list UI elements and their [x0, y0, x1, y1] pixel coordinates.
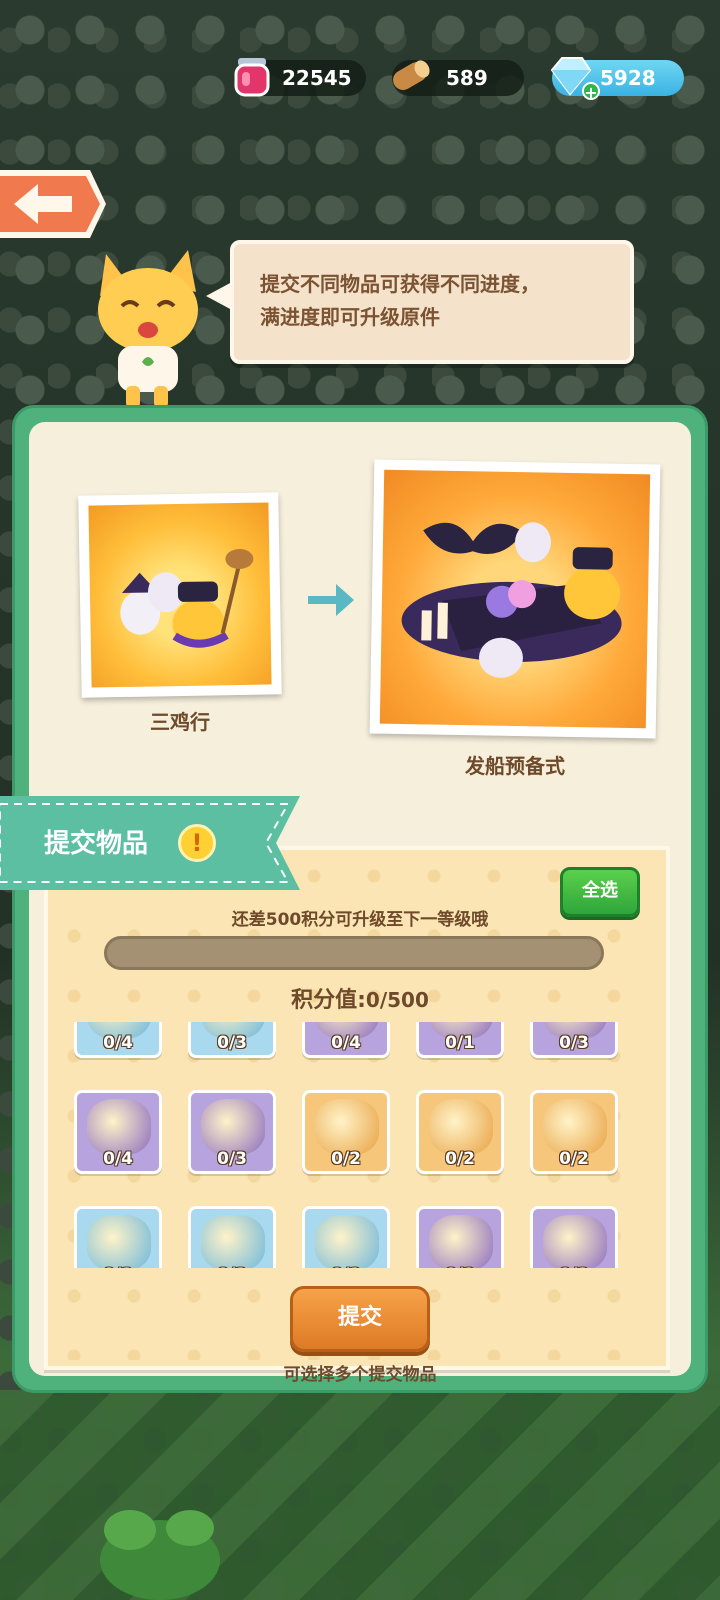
item-count: 0/3: [559, 1033, 589, 1053]
npc-message-line1: 提交不同物品可获得不同进度，: [260, 272, 540, 296]
item-slot[interactable]: 0/4: [302, 1022, 390, 1058]
score-label: 积分值:: [291, 988, 366, 1013]
item-count: 0/4: [331, 1033, 361, 1053]
garden-decoration-icon: [100, 1510, 220, 1600]
item-count: 0/4: [103, 1033, 133, 1053]
item-slot[interactable]: 0/2: [302, 1206, 390, 1268]
pineapple-bun-sandwich-icon: [201, 1099, 265, 1155]
jam-counter: 22545: [234, 58, 366, 97]
baguette-basket-icon: [429, 1099, 493, 1155]
item-slot[interactable]: 0/3: [188, 1090, 276, 1174]
item-count: 0/1: [445, 1033, 475, 1053]
item-slot[interactable]: 0/2: [530, 1090, 618, 1174]
item-count: 0/2: [559, 1149, 589, 1169]
candy-ghost-icon: [87, 1215, 151, 1268]
score-progress-bar: [104, 936, 604, 970]
upgrade-arrow-icon: [308, 584, 354, 616]
witch-hat-icon: [315, 1215, 379, 1268]
next-level-photo: [369, 459, 661, 739]
item-count: 0/4: [103, 1149, 133, 1169]
points-needed-hint: 还差500积分可升级至下一等级哦: [231, 910, 489, 930]
submit-section-title: 提交物品: [44, 829, 149, 859]
item-slot[interactable]: 0/2: [74, 1206, 162, 1268]
item-count: 0/2: [77, 1265, 159, 1268]
item-count: 0/2: [445, 1149, 475, 1169]
info-alert-icon[interactable]: !: [178, 824, 216, 862]
wood-log-icon: [393, 60, 430, 90]
item-grid[interactable]: 0/4 0/3 0/4 0/1 0/3 0/4 0/3 0/2 0/2 0/2 0/2 0/2 0/2 0…: [64, 1022, 644, 1268]
add-gems-icon[interactable]: +: [582, 82, 600, 102]
jam-jar-icon: [234, 58, 270, 97]
item-slot[interactable]: 0/1: [416, 1022, 504, 1058]
next-level-name: 发船预备式: [465, 754, 565, 778]
ship-ceremony-icon: [401, 522, 622, 678]
npc-speech-bubble: 提交不同物品可获得不同进度， 满进度即可升级原件: [230, 240, 634, 364]
item-slot[interactable]: 0/3: [530, 1022, 618, 1058]
ice-bucket-drink-icon: [315, 1099, 379, 1155]
cat-character-icon: [98, 250, 198, 408]
item-slot[interactable]: 0/2: [416, 1090, 504, 1174]
item-count: 0/2: [331, 1149, 361, 1169]
item-count: 0/2: [533, 1265, 615, 1268]
ghost-portal-icon: [201, 1215, 265, 1268]
item-count: 0/3: [217, 1033, 247, 1053]
score-display: 积分值:0/500: [200, 982, 520, 1014]
item-slot[interactable]: 0/3: [188, 1022, 276, 1058]
item-count: 0/3: [217, 1149, 247, 1169]
item-slot[interactable]: 0/2: [416, 1206, 504, 1268]
back-button[interactable]: [0, 166, 108, 242]
item-slot[interactable]: 0/2: [302, 1090, 390, 1174]
gem-counter[interactable]: + 5928: [550, 57, 684, 102]
current-level-name: 三鸡行: [150, 710, 210, 734]
item-count: 0/2: [305, 1265, 387, 1268]
haunted-chest-icon: [543, 1215, 607, 1268]
multi-select-hint: 可选择多个提交物品: [283, 1365, 437, 1385]
three-chicks-icon: [120, 548, 254, 648]
npc-message-line2: 满进度即可升级原件: [260, 305, 440, 329]
score-value: 0/500: [365, 988, 429, 1012]
ghost-lantern-bag-icon: [429, 1215, 493, 1268]
item-slot[interactable]: 0/2: [530, 1206, 618, 1268]
item-count: 0/2: [419, 1265, 501, 1268]
item-slot[interactable]: 0/4: [74, 1022, 162, 1058]
current-level-photo: [78, 492, 282, 698]
item-count: 0/2: [191, 1265, 273, 1268]
submit-button[interactable]: 提交: [290, 1286, 430, 1352]
item-slot[interactable]: 0/4: [74, 1090, 162, 1174]
speech-bubble-tail: [206, 282, 232, 310]
bread-picnic-basket-icon: [543, 1099, 607, 1155]
item-slot[interactable]: 0/2: [188, 1206, 276, 1268]
pineapple-bun-butter-icon: [87, 1099, 151, 1155]
wood-counter: 589: [392, 60, 524, 96]
